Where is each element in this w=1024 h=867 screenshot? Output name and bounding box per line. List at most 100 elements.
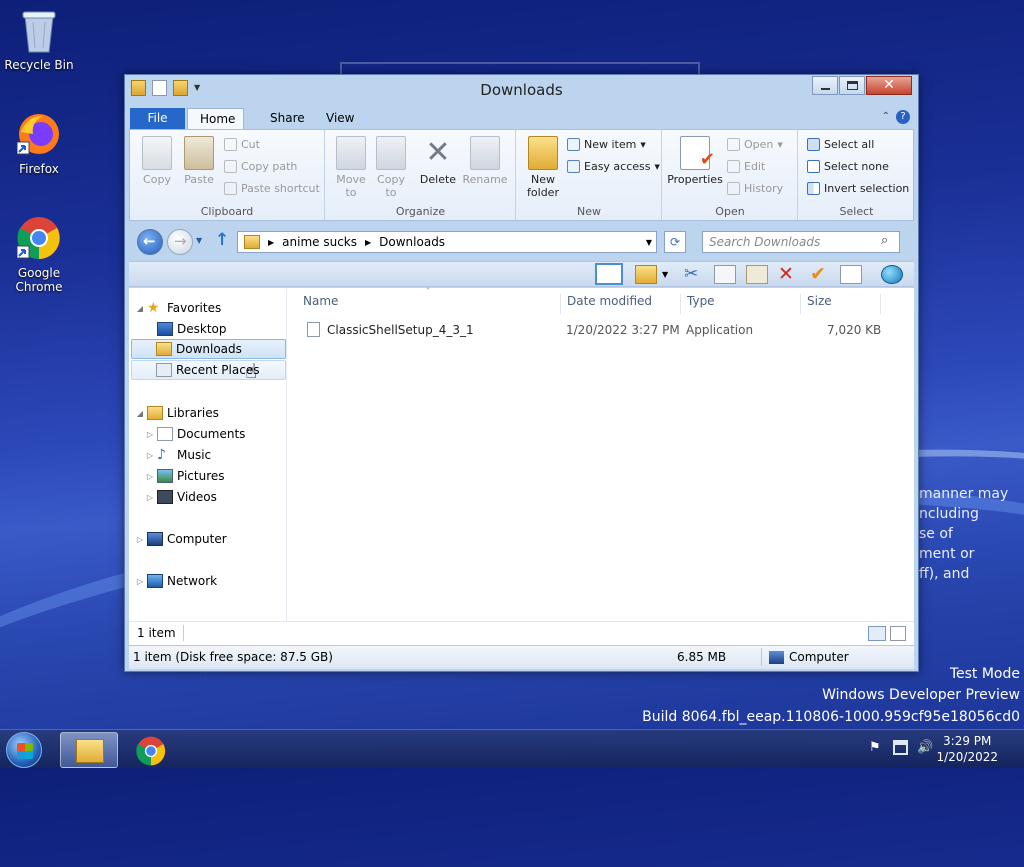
- desktop-icon-recycle-bin[interactable]: Recycle Bin: [1, 8, 77, 72]
- move-to-button[interactable]: Move to: [332, 136, 370, 199]
- search-input[interactable]: Search Downloads: [702, 231, 900, 253]
- nav-music[interactable]: ▷ ♪ Music: [145, 445, 211, 465]
- file-row[interactable]: ClassicShellSetup_4_3_1 1/20/2022 3:27 P…: [289, 320, 914, 340]
- column-header-type[interactable]: Type: [681, 294, 801, 314]
- explorer-window[interactable]: ▼ Downloads ✕ File Home Share View ⌃ ? C…: [124, 74, 919, 672]
- window-controls: ✕: [811, 76, 912, 95]
- new-window-icon[interactable]: [840, 265, 862, 284]
- invert-selection-button[interactable]: Invert selection: [807, 182, 909, 195]
- delete-button[interactable]: ✕ Delete: [418, 136, 458, 187]
- clock[interactable]: 3:29 PM 1/20/2022: [936, 733, 998, 765]
- taskbar-explorer-button[interactable]: [60, 732, 118, 768]
- nav-libraries[interactable]: ◢ Libraries: [135, 403, 219, 423]
- file-name: ClassicShellSetup_4_3_1: [327, 323, 474, 337]
- forward-button[interactable]: →: [167, 229, 193, 255]
- column-header-size[interactable]: Size: [801, 294, 881, 314]
- breadcrumb-anime-sucks[interactable]: anime sucks: [282, 235, 357, 249]
- edit-button[interactable]: Edit: [727, 160, 765, 173]
- desktop-icon-firefox[interactable]: Firefox: [1, 112, 77, 176]
- network-tray-icon[interactable]: [893, 740, 908, 755]
- refresh-icon[interactable]: ⟳: [664, 231, 686, 253]
- title-bar[interactable]: ▼ Downloads ✕: [125, 75, 918, 105]
- copy-button[interactable]: Copy: [138, 136, 176, 186]
- address-dropdown-icon[interactable]: ▼: [646, 238, 652, 247]
- new-folder-button[interactable]: New folder: [523, 136, 563, 199]
- tab-home[interactable]: Home: [187, 108, 244, 130]
- large-icons-view-icon[interactable]: [890, 626, 906, 641]
- pictures-icon: [157, 469, 173, 483]
- desktop-icon-label: Recycle Bin: [4, 58, 74, 72]
- nav-recent-places[interactable]: Recent Places: [131, 360, 286, 380]
- rename-checkmark-icon[interactable]: ✔: [810, 265, 832, 284]
- column-header-name[interactable]: Name: [289, 294, 561, 314]
- copy-icon[interactable]: [714, 265, 736, 284]
- command-bar: ▼ ✂ ✕ ✔: [129, 261, 914, 287]
- nav-downloads-label: Downloads: [176, 342, 242, 356]
- nav-downloads[interactable]: Downloads: [131, 339, 286, 359]
- properties-button[interactable]: ✔ Properties: [667, 136, 723, 186]
- breadcrumb-downloads[interactable]: Downloads: [379, 235, 445, 249]
- start-button[interactable]: [6, 732, 42, 768]
- computer-small-icon: [769, 651, 784, 664]
- ribbon-collapse-icon[interactable]: ⌃: [882, 111, 890, 122]
- easy-access-button[interactable]: Easy access ▼: [567, 160, 660, 173]
- close-icon: ✕: [883, 77, 895, 93]
- details-view-icon[interactable]: [868, 626, 886, 641]
- globe-icon[interactable]: [881, 265, 903, 284]
- volume-icon[interactable]: 🔊: [917, 740, 933, 755]
- tab-view[interactable]: View: [314, 108, 366, 130]
- delete-icon[interactable]: ✕: [778, 265, 800, 284]
- cut-button[interactable]: Cut: [224, 138, 260, 151]
- properties-label: Properties: [667, 173, 723, 186]
- wallpaper-text-fragment: ment or: [919, 546, 975, 562]
- history-button[interactable]: History: [727, 182, 783, 195]
- taskbar-chrome-button[interactable]: [122, 732, 180, 768]
- nav-pictures[interactable]: ▷ Pictures: [145, 466, 225, 486]
- nav-videos[interactable]: ▷ Videos: [145, 487, 217, 507]
- up-arrow-icon[interactable]: ↑: [215, 230, 229, 250]
- open-button[interactable]: Open ▼: [727, 138, 783, 151]
- view-dropdown-icon[interactable]: ▼: [662, 265, 672, 284]
- recent-places-icon: [156, 363, 172, 377]
- nav-documents[interactable]: ▷ Documents: [145, 424, 245, 444]
- new-item-button[interactable]: New item ▼: [567, 138, 646, 151]
- nav-desktop[interactable]: Desktop: [157, 319, 227, 339]
- copy-path-button[interactable]: Copy path: [224, 160, 297, 173]
- action-center-flag-icon[interactable]: ⚑: [869, 740, 884, 755]
- history-icon: [727, 182, 740, 195]
- select-none-button[interactable]: Select none: [807, 160, 889, 173]
- maximize-button[interactable]: [839, 76, 865, 95]
- status-disk-space: 1 item (Disk free space: 87.5 GB): [133, 650, 333, 664]
- wallpaper-text-fragment: manner may: [919, 486, 1009, 502]
- copy-to-label: Copy to: [377, 173, 405, 199]
- chrome-icon: [16, 216, 61, 260]
- paste-icon[interactable]: [746, 265, 768, 284]
- hand-cursor-icon: ☝: [245, 359, 258, 383]
- paste-shortcut-button[interactable]: Paste shortcut: [224, 182, 320, 195]
- preview-pane-icon[interactable]: [595, 263, 623, 285]
- minimize-button[interactable]: [812, 76, 838, 95]
- nav-favorites[interactable]: ◢ ★ Favorites: [135, 298, 221, 318]
- rename-button[interactable]: Rename: [460, 136, 510, 186]
- paste-button[interactable]: Paste: [180, 136, 218, 186]
- address-bar[interactable]: ▶ anime sucks ▶ Downloads ▼: [237, 231, 657, 253]
- cut-icon[interactable]: ✂: [684, 265, 706, 284]
- status-bar: 1 item (Disk free space: 87.5 GB) 6.85 M…: [129, 645, 914, 669]
- recent-locations-dropdown-icon[interactable]: ▼: [196, 236, 202, 245]
- copy-to-button[interactable]: Copy to: [372, 136, 410, 199]
- nav-network[interactable]: ▷ Network: [135, 571, 217, 591]
- easy-access-label: Easy access: [584, 160, 651, 173]
- column-header-date-modified[interactable]: Date modified: [561, 294, 681, 314]
- tab-file[interactable]: File: [130, 108, 185, 130]
- copy-label: Copy: [143, 173, 171, 186]
- select-group-label: Select: [839, 205, 874, 218]
- desktop-icon-chrome[interactable]: Google Chrome: [1, 216, 77, 294]
- tab-share[interactable]: Share: [258, 108, 317, 130]
- nav-computer[interactable]: ▷ Computer: [135, 529, 227, 549]
- select-all-button[interactable]: Select all: [807, 138, 874, 151]
- dropdown-arrow-icon: ▼: [777, 140, 783, 149]
- help-icon[interactable]: ?: [896, 110, 910, 124]
- close-button[interactable]: ✕: [866, 76, 912, 95]
- folder-properties-icon[interactable]: [635, 265, 657, 284]
- back-button[interactable]: ←: [137, 229, 163, 255]
